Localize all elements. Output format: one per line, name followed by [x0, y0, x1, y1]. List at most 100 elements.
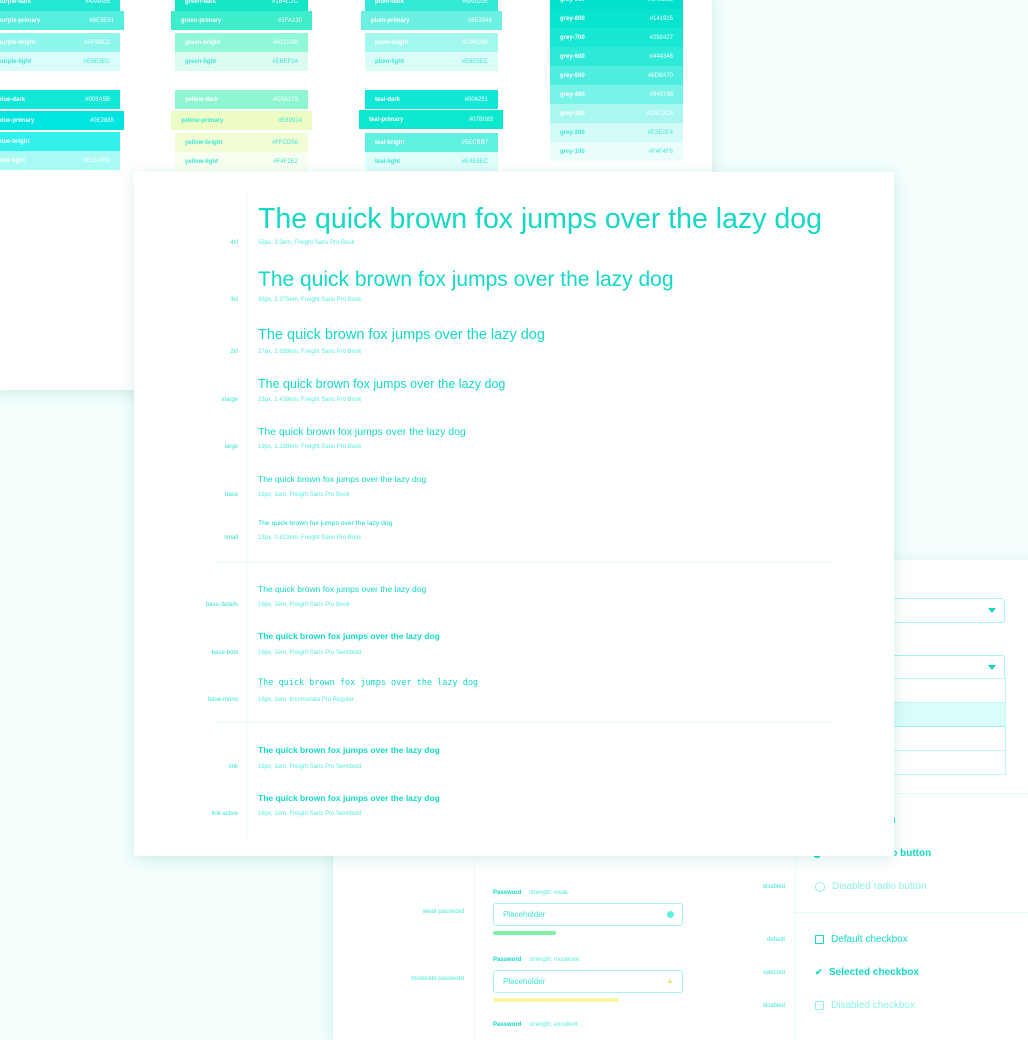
type-sample: The quick brown fox jumps over the lazy …	[258, 377, 506, 391]
swatch-yellow-light: yellow-light #F4F2E2	[175, 152, 308, 171]
swatch-grey-500: grey-500 #6D6A70	[550, 66, 683, 85]
type-spec: 16px, 1em, Freight Sans Pro Book	[258, 492, 350, 498]
swatch-green-primary: green-primary #3FA130	[171, 11, 312, 30]
moderate-password-input[interactable]: Placeholder ▲	[493, 970, 683, 993]
type-spec: 13px, 0.813em, Freight Sans Pro Book	[258, 535, 362, 541]
type-label: small	[223, 535, 238, 541]
swatch-grey-100: grey-100 #F4F4F6	[550, 142, 683, 161]
moderate-password-label: moderate password	[411, 976, 464, 982]
type-label: base-bold	[211, 650, 238, 656]
weak-strength-bar	[493, 931, 556, 935]
link-sample[interactable]: The quick brown fox jumps over the lazy …	[258, 745, 440, 755]
password-strength: strength: weak	[529, 890, 569, 896]
password-title: Password	[493, 1022, 522, 1028]
type-sample: The quick brown fox jumps over the lazy …	[258, 426, 466, 438]
password-title: Password	[493, 957, 522, 963]
type-sample: The quick brown fox jumps over the lazy …	[258, 327, 545, 343]
password-placeholder: Placeholder	[503, 910, 546, 919]
type-label: 3xl	[230, 297, 238, 303]
swatch-grey-800: grey-800 #141915	[550, 9, 683, 28]
password-strength: strength: excellent	[529, 1022, 578, 1028]
swatch-green-bright: green-bright #A1D248	[175, 33, 308, 52]
swatch-teal-bright: teal-bright #5ECBB7	[365, 133, 498, 152]
swatch-plum-primary: plum-primary #8E2046	[361, 11, 502, 30]
type-spec: 16px, 1em, Freight Sans Pro Semibold	[258, 811, 362, 817]
checkbox-disabled-label: Disabled checkbox	[831, 1000, 915, 1011]
type-spec: 16px, 1em, Freight Sans Pro Semibold	[258, 650, 362, 656]
swatch-teal-light: teal-light #E4E6EC	[365, 152, 498, 171]
weak-password-label: weak password	[422, 909, 464, 915]
warning-icon: ▲	[666, 976, 674, 985]
checkbox-disabled[interactable]: Disabled checkbox	[815, 1000, 915, 1011]
chevron-down-icon	[988, 665, 996, 670]
type-label: base-mono	[207, 697, 238, 703]
swatch-purple-primary: purple-primary #6E3E91	[0, 11, 124, 30]
type-spec: 16px, 1em, Freight Sans Pro Semibold	[258, 764, 362, 770]
swatch-yellow-primary: yellow-primary #E69914	[171, 111, 312, 130]
checkbox-default-label: Default checkbox	[831, 934, 908, 945]
type-sample: The quick brown fox jumps over the lazy …	[258, 678, 479, 688]
type-spec: 16px, 1em, Inconsolata Pro Regular	[258, 697, 354, 703]
swatch-teal-dark: teal-dark #004251	[365, 90, 498, 109]
type-spec: 23px, 1.438em, Freight Sans Pro Book	[258, 397, 362, 403]
excellent-password-heading: Password strength: excellent	[493, 1022, 578, 1028]
swatch-purple-bright: purple-bright #AF9BC2	[0, 33, 120, 52]
swatch-grey-200: grey-200 #E3E2E4	[550, 123, 683, 142]
radio-disabled-state-label: disabled	[762, 884, 785, 890]
link-active-sample[interactable]: The quick brown fox jumps over the lazy …	[258, 793, 440, 803]
chevron-down-icon	[988, 608, 996, 613]
swatch-teal-primary: teal-primary #07B083	[359, 110, 503, 129]
type-label: base-details	[205, 602, 238, 608]
password-title: Password	[493, 890, 522, 896]
type-sample: The quick brown fox jumps over the lazy …	[258, 203, 822, 235]
type-sample: The quick brown fox jumps over the lazy …	[258, 474, 427, 484]
type-sample: The quick brown fox jumps over the lazy …	[258, 631, 440, 641]
moderate-password-heading: Password strength: moderate	[493, 957, 579, 963]
password-placeholder: Placeholder	[503, 977, 546, 986]
swatch-green-light: green-light #EBEF24	[175, 52, 308, 71]
type-sample: The quick brown fox jumps over the lazy …	[258, 268, 674, 291]
type-label: link	[228, 764, 238, 770]
checkbox-disabled-state-label: disabled	[762, 1003, 785, 1009]
type-label: large	[224, 444, 238, 450]
type-sample: The quick brown fox jumps over the lazy …	[258, 520, 393, 527]
type-spec: 53px, 3.3em, Freight Sans Pro Book	[258, 240, 355, 246]
swatch-plum-bright: plum-bright #C96C8B	[365, 33, 498, 52]
moderate-strength-bar	[493, 998, 619, 1002]
swatch-grey-300: grey-300 #C5C2C6	[550, 104, 683, 123]
weak-password-heading: Password strength: weak	[493, 890, 568, 896]
type-spec: 16px, 1em, Freight Sans Pro Book	[258, 602, 350, 608]
swatch-plum-light: plum-light #E8E5EC	[365, 52, 498, 71]
swatch-grey-900: grey-900#0A0B0E	[550, 0, 683, 9]
swatch-grey-400: grey-400 #949798	[550, 85, 683, 104]
type-label: link active	[211, 811, 238, 817]
info-icon	[667, 911, 674, 918]
radio-disabled[interactable]: Disabled radio button	[815, 881, 927, 892]
swatch-yellow-bright: yellow-bright #FFCD58	[175, 133, 308, 152]
type-sample: The quick brown fox jumps over the lazy …	[258, 584, 427, 594]
checkbox-selected-label: Selected checkbox	[829, 967, 920, 978]
swatch-blue-dark: blue-dark #003A5B	[0, 90, 120, 109]
swatch-yellow-dark: yellow-dark #C0A279	[175, 90, 308, 109]
type-label: 2xl	[230, 349, 238, 355]
swatch-plum-dark: plum-dark #5A0D2E	[365, 0, 498, 11]
swatch-green-dark: green-dark #1B4C2C	[175, 0, 308, 11]
checkbox-empty-icon	[815, 935, 824, 944]
swatch-grey-700: grey-700 #292427	[550, 28, 683, 47]
vertical-divider	[474, 860, 475, 1040]
swatch-blue-primary: blue-primary #0E2885	[0, 111, 124, 130]
checkbox-default[interactable]: Default checkbox	[815, 934, 908, 945]
checkbox-selected[interactable]: ✔ Selected checkbox	[815, 967, 919, 978]
swatch-purple-light: purple-light #E8E3EC	[0, 52, 120, 71]
checkbox-default-state-label: default	[766, 937, 785, 943]
checkmark-icon: ✔	[815, 967, 823, 977]
swatch-purple-dark: purple-dark #4A4A55	[0, 0, 120, 11]
checkbox-selected-state-label: selected	[762, 970, 785, 976]
divider	[793, 912, 1028, 913]
type-spec: 27px, 1.688em, Freight Sans Pro Book	[258, 349, 362, 355]
type-label: xlarge	[221, 397, 238, 403]
radio-disabled-label: Disabled radio button	[832, 881, 927, 892]
type-spec: 19px, 1.188em, Freight Sans Pro Book	[258, 444, 362, 450]
weak-password-input[interactable]: Placeholder	[493, 903, 683, 926]
swatch-blue-bright: blue-bright	[0, 132, 120, 151]
